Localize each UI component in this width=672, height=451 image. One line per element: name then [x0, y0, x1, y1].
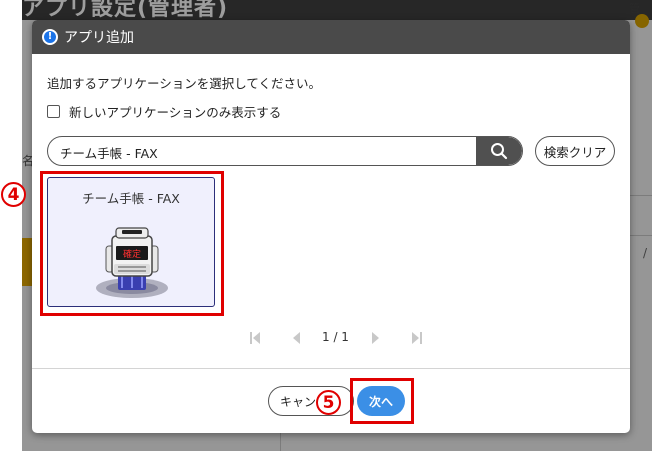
first-page-icon[interactable]	[248, 331, 262, 345]
step4-highlight	[40, 171, 224, 316]
search-button[interactable]	[476, 137, 522, 165]
search-box	[47, 136, 523, 166]
dialog-instruction: 追加するアプリケーションを選択してください。	[47, 76, 322, 91]
cancel-button[interactable]: キャン	[268, 386, 354, 416]
pagination: 1 / 1	[32, 328, 630, 348]
step4-marker: 4	[1, 182, 26, 207]
prev-page-icon[interactable]	[290, 331, 302, 345]
info-icon: !	[42, 29, 58, 45]
dialog-header: ! アプリ追加	[32, 20, 630, 54]
search-clear-button[interactable]: 検索クリア	[535, 136, 615, 166]
step5-marker: 5	[316, 390, 341, 415]
step5-highlight	[350, 378, 414, 424]
new-apps-only-label: 新しいアプリケーションのみ表示する	[69, 105, 282, 120]
search-input[interactable]	[48, 137, 492, 165]
footer-divider	[32, 368, 630, 369]
new-apps-only-option[interactable]: 新しいアプリケーションのみ表示する	[47, 102, 281, 121]
cancel-button-label: キャン	[280, 394, 317, 409]
new-apps-only-checkbox[interactable]	[47, 105, 60, 118]
dialog-title: アプリ追加	[64, 30, 134, 46]
next-page-icon[interactable]	[370, 331, 382, 345]
search-icon	[491, 143, 508, 160]
last-page-icon[interactable]	[410, 331, 424, 345]
pagination-text: 1 / 1	[322, 330, 349, 344]
